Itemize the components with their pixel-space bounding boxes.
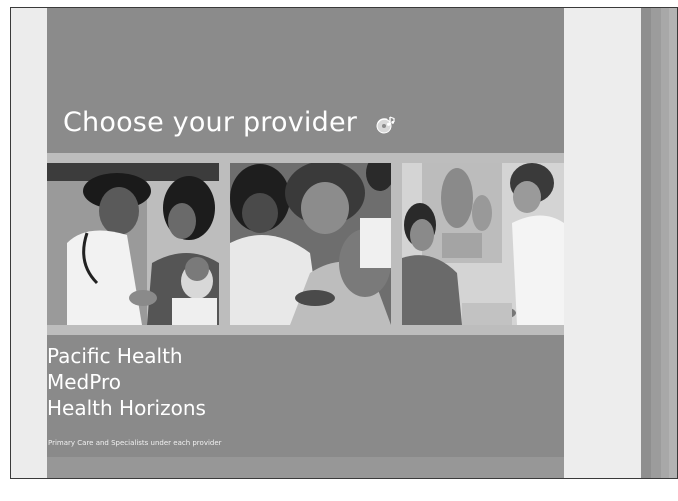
doctor-consultation-photo <box>402 163 564 325</box>
slide-title: Choose your provider <box>63 107 358 138</box>
left-margin <box>11 8 47 478</box>
slide: Choose your provider Pacific Health MedP… <box>47 8 564 478</box>
slide-header: Choose your provider <box>47 8 564 153</box>
doctor-patient-arm-photo <box>230 163 391 325</box>
provider-medpro[interactable]: MedPro <box>47 370 121 394</box>
right-margin <box>564 8 641 478</box>
provider-panel: Pacific Health MedPro Health Horizons Pr… <box>47 335 564 457</box>
provider-health-horizons[interactable]: Health Horizons <box>47 396 206 420</box>
sound-icon[interactable] <box>375 114 397 136</box>
doctor-mother-child-photo <box>47 163 219 325</box>
side-panel-bars <box>641 8 677 478</box>
photo-strip <box>47 163 564 325</box>
presentation-window: Choose your provider Pacific Health MedP… <box>10 7 678 479</box>
provider-note: Primary Care and Specialists under each … <box>48 439 222 447</box>
slide-footer-band <box>47 457 564 478</box>
provider-pacific-health[interactable]: Pacific Health <box>47 344 183 368</box>
